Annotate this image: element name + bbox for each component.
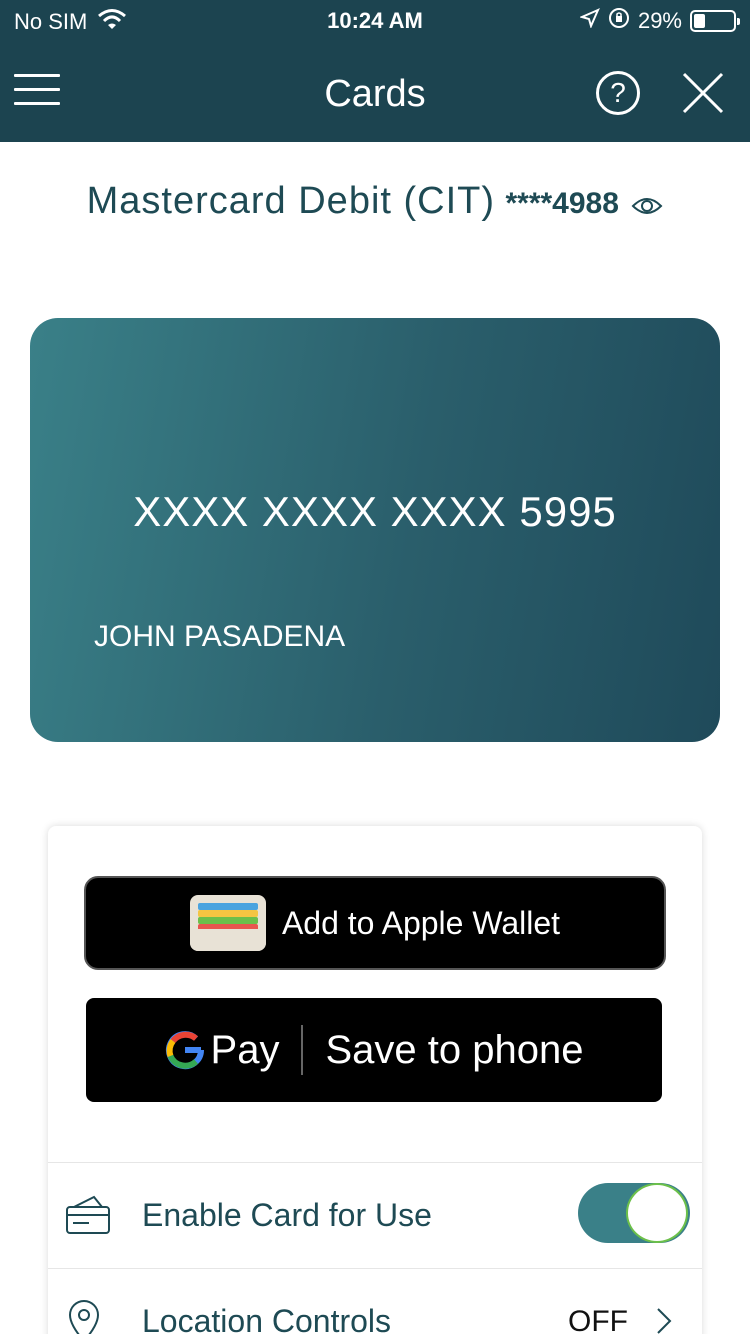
location-controls-row[interactable]: Location Controls OFF <box>48 1268 702 1334</box>
location-arrow-icon <box>579 8 600 34</box>
gpay-divider <box>301 1025 304 1075</box>
enable-card-row: Enable Card for Use <box>48 1162 702 1268</box>
chevron-right-icon <box>656 1307 672 1334</box>
gpay-label: Save to phone <box>325 1027 584 1072</box>
card-icon <box>64 1193 114 1242</box>
card-heading: Mastercard Debit (CIT) ****4988 <box>0 180 750 223</box>
help-button[interactable]: ? <box>596 71 640 115</box>
apple-wallet-label: Add to Apple Wallet <box>281 904 561 941</box>
gpay-brand-text: Pay <box>210 1027 280 1072</box>
status-bar: No SIM 10:24 AM 29% <box>0 0 750 40</box>
enable-card-toggle[interactable] <box>578 1183 690 1243</box>
close-icon <box>682 72 724 114</box>
battery-icon <box>690 10 740 32</box>
battery-percent: 29% <box>637 8 682 33</box>
enable-card-label: Enable Card for Use <box>142 1197 432 1233</box>
apple-wallet-icon <box>189 895 266 951</box>
nav-bar: Cards ? <box>0 40 750 142</box>
location-pin-icon <box>64 1299 104 1334</box>
google-g-icon <box>165 1031 204 1070</box>
gpay-logo: Pay <box>165 1027 280 1073</box>
add-to-apple-wallet-button[interactable]: Add to Apple Wallet <box>84 876 666 970</box>
location-controls-value: OFF <box>568 1305 628 1334</box>
gpay-save-to-phone-button[interactable]: Pay Save to phone <box>86 998 662 1102</box>
card-visual: XXXX XXXX XXXX 5995 JOHN PASADENA <box>30 318 720 742</box>
card-masked-number: ****4988 <box>505 187 619 220</box>
orientation-lock-icon <box>608 7 630 35</box>
status-right: 29% <box>579 7 740 35</box>
card-number: XXXX XXXX XXXX 5995 <box>133 488 617 535</box>
toggle-knob <box>626 1183 688 1243</box>
card-holder-name: JOHN PASADENA <box>94 620 346 653</box>
close-button[interactable] <box>680 70 726 116</box>
location-controls-label: Location Controls <box>142 1303 392 1334</box>
eye-icon[interactable] <box>631 195 663 222</box>
card-actions-panel: Add to Apple Wallet Pay Save to phone En… <box>48 826 702 1334</box>
card-product-name: Mastercard Debit (CIT) <box>86 180 496 222</box>
